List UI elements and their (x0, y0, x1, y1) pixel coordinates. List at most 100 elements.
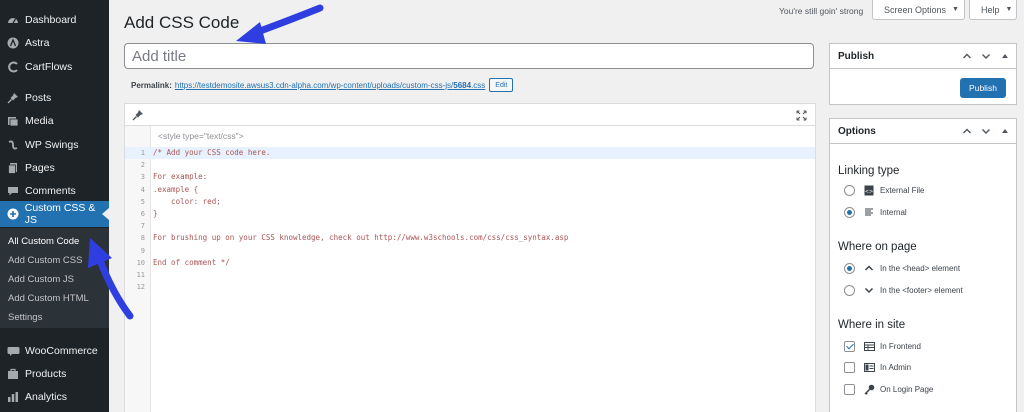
where-footer-label: In the <footer> element (880, 285, 963, 295)
sidebar-item-astra[interactable]: Astra (0, 31, 109, 54)
submenu-add-custom-html[interactable]: Add Custom HTML (8, 293, 89, 304)
frontend-icon (863, 340, 875, 352)
code-line: End of comment */ (153, 257, 230, 267)
admin-icon (863, 361, 875, 373)
submenu-add-custom-css[interactable]: Add Custom CSS (8, 255, 82, 266)
screen-options-button[interactable]: Screen Options ▼ (872, 0, 965, 20)
line-number: 2 (140, 161, 145, 170)
pin-icon[interactable] (132, 109, 144, 121)
key-icon (863, 383, 875, 395)
comments-icon (6, 184, 20, 198)
fullscreen-icon[interactable] (796, 110, 807, 121)
annotation-arrow-title (236, 4, 324, 44)
linking-external-option[interactable]: <> External File (844, 184, 924, 196)
annotation-arrow-submenu (88, 238, 134, 320)
sidebar-item-analytics[interactable]: Analytics (0, 385, 109, 408)
sidebar-item-label: Media (25, 114, 54, 127)
wpswings-icon (6, 138, 20, 152)
line-number: 4 (140, 185, 145, 194)
code-editor[interactable]: <style type="text/css"> 1 /* Add your CSS… (124, 103, 816, 412)
linking-type-heading: Linking type (838, 165, 900, 177)
sidebar-item-pages[interactable]: Pages (0, 156, 109, 179)
title-input[interactable] (124, 43, 814, 69)
options-box-header: Options (830, 119, 1016, 144)
screen-options-label: Screen Options (884, 4, 947, 15)
edit-permalink-button[interactable]: Edit (489, 78, 514, 92)
sidebar-item-label: WP Swings (25, 138, 79, 151)
linking-internal-option[interactable]: Internal (844, 206, 907, 218)
code-line: /* Add your CSS code here. (153, 148, 271, 157)
sidebar-item-dashboard[interactable]: Dashboard (0, 8, 109, 31)
permalink-slug: 5684 (453, 80, 472, 90)
chevron-up-icon[interactable] (962, 126, 972, 136)
where-head-label: In the <head> element (880, 263, 961, 273)
permalink-url-prefix: https://testdemosite.awsus3.cdn-alpha.co… (174, 80, 454, 90)
where-head-radio[interactable] (844, 262, 855, 274)
collapse-toggle-icon[interactable] (1000, 126, 1010, 136)
line-number: 7 (140, 222, 145, 231)
sidebar-item-media[interactable]: Media (0, 109, 109, 132)
chevron-up-icon[interactable] (962, 51, 972, 61)
sidebar-item-label: Custom CSS & JS (24, 202, 96, 226)
sidebar-item-products[interactable]: Products (0, 362, 109, 385)
code-line: .example { (153, 184, 199, 194)
help-button[interactable]: Help ▼ (969, 0, 1017, 20)
in-frontend-option[interactable]: In Frontend (844, 340, 921, 352)
collapse-toggle-icon[interactable] (1000, 51, 1010, 61)
caret-down-icon: ▼ (1005, 6, 1013, 13)
sidebar-item-label: Comments (25, 184, 76, 197)
cartflows-icon (6, 60, 20, 74)
dashboard-icon (6, 13, 20, 27)
help-label: Help (981, 4, 1000, 15)
on-login-page-label: On Login Page (880, 384, 934, 394)
where-footer-option[interactable]: In the <footer> element (844, 284, 963, 296)
in-admin-checkbox[interactable] (844, 361, 855, 373)
sidebar-item-custom-css-js[interactable]: Custom CSS & JS (0, 201, 109, 227)
permalink: Permalink: https://testdemosite.awsus3.c… (131, 78, 514, 92)
media-icon (6, 114, 20, 128)
on-login-page-option[interactable]: On Login Page (844, 383, 933, 395)
where-on-page-heading: Where on page (838, 241, 917, 253)
sidebar-item-label: Posts (25, 91, 52, 104)
chevron-down-icon[interactable] (981, 51, 991, 61)
chevron-down-icon[interactable] (981, 126, 991, 136)
options-box: Options Linking type <> External File In… (829, 118, 1017, 412)
publish-button[interactable]: Publish (960, 78, 1006, 98)
status-text: You're still goin' strong (779, 6, 864, 16)
in-frontend-label: In Frontend (880, 341, 921, 351)
where-footer-radio[interactable] (844, 284, 855, 296)
on-login-page-checkbox[interactable] (844, 383, 855, 395)
sidebar-item-posts[interactable]: Posts (0, 86, 109, 109)
in-admin-label: In Admin (880, 362, 912, 372)
permalink-ext: .css (471, 80, 486, 90)
linking-internal-radio[interactable] (844, 206, 855, 218)
submenu-settings[interactable]: Settings (8, 312, 42, 323)
submenu-all-custom-code[interactable]: All Custom Code (8, 236, 79, 247)
sidebar-item-cartflows[interactable]: CartFlows (0, 55, 109, 78)
submenu-add-custom-js[interactable]: Add Custom JS (8, 274, 74, 285)
sidebar-item-comments[interactable]: Comments (0, 179, 109, 202)
where-in-site-heading: Where in site (838, 319, 906, 331)
line-number: 3 (140, 173, 145, 182)
admin-sidebar: Dashboard Astra CartFlows Posts Media WP… (0, 0, 109, 412)
chevron-up-icon (863, 262, 875, 274)
pin-icon (6, 91, 20, 105)
external-file-icon: <> (863, 184, 875, 196)
permalink-link[interactable]: https://testdemosite.awsus3.cdn-alpha.co… (175, 81, 485, 90)
page-title: Add CSS Code (124, 13, 240, 32)
sidebar-item-label: Analytics (25, 390, 68, 403)
linking-external-radio[interactable] (844, 184, 855, 196)
sidebar-item-woocommerce[interactable]: WooCommerce (0, 339, 109, 362)
linking-internal-label: Internal (880, 207, 907, 217)
woocommerce-icon (6, 344, 20, 358)
in-admin-option[interactable]: In Admin (844, 361, 911, 373)
in-frontend-checkbox[interactable] (844, 340, 855, 352)
where-head-option[interactable]: In the <head> element (844, 262, 960, 274)
sidebar-item-label: Astra (25, 36, 50, 49)
plus-circle-icon (6, 207, 20, 221)
sidebar-item-wpswings[interactable]: WP Swings (0, 133, 109, 156)
linking-external-label: External File (880, 185, 925, 195)
sidebar-item-label: CartFlows (25, 60, 73, 73)
sidebar-item-label: Pages (25, 161, 55, 174)
code-line: For example: (153, 172, 208, 182)
